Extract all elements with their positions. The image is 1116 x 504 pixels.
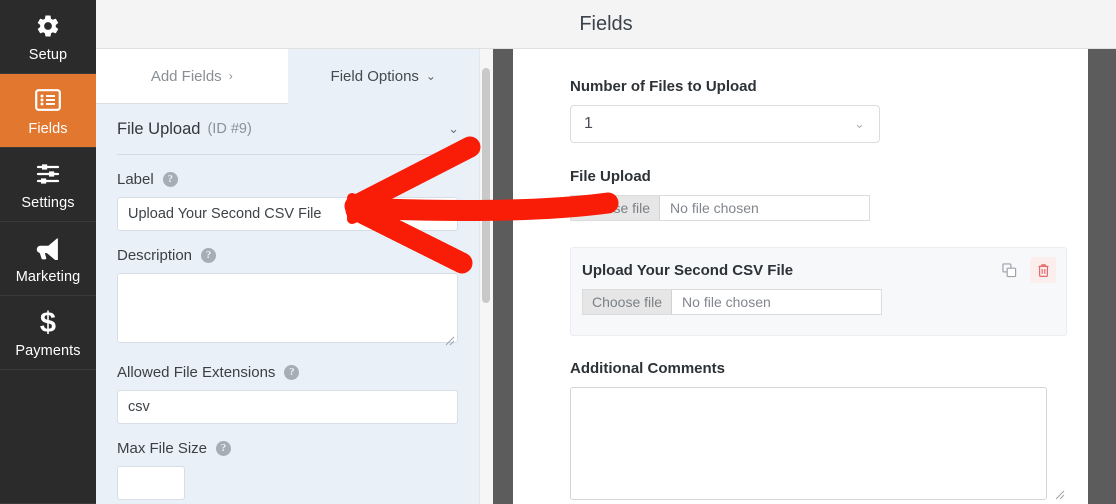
allowed-extensions-field-label: Allowed File Extensions ? — [117, 364, 458, 381]
number-of-files-value: 1 — [584, 115, 593, 132]
chevron-down-icon: ⌄ — [854, 116, 865, 131]
sidebar-item-setup[interactable]: Setup — [0, 0, 96, 74]
page-title: Fields — [579, 12, 633, 35]
tab-field-options-label: Field Options — [330, 67, 419, 85]
sidebar-label-setup: Setup — [28, 46, 68, 63]
gear-icon — [35, 11, 61, 41]
description-field-label: Description ? — [117, 247, 458, 264]
sidebar-item-fields[interactable]: Fields — [0, 74, 96, 148]
label-input[interactable] — [117, 197, 458, 231]
tab-add-fields[interactable]: Add Fields › — [96, 49, 288, 104]
description-field-label-text: Description — [117, 247, 193, 264]
choose-file-button[interactable]: Choose file — [571, 196, 661, 220]
right-gutter — [1088, 49, 1116, 504]
dollar-icon: $ — [37, 307, 59, 337]
description-textarea[interactable] — [117, 273, 458, 343]
megaphone-icon — [34, 233, 62, 263]
sidebar-filler — [0, 370, 96, 504]
resize-grip-icon — [1055, 490, 1065, 500]
file-upload-input[interactable]: Choose file No file chosen — [570, 195, 870, 221]
selected-field-file-input[interactable]: Choose file No file chosen — [582, 289, 882, 315]
field-header-chevron-down-icon[interactable]: ⌄ — [448, 121, 459, 137]
sidebar-item-settings[interactable]: Settings — [0, 148, 96, 222]
trash-icon[interactable] — [1030, 257, 1056, 283]
chevron-down-icon: ⌄ — [425, 69, 436, 83]
option-group-max-file-size: Max File Size ? — [117, 424, 458, 500]
form-preview-panel: Number of Files to Upload 1 ⌄ File Uploa… — [513, 49, 1088, 504]
field-options-panel: Add Fields › Field Options ⌄ File Upload… — [96, 49, 479, 504]
max-file-size-field-label: Max File Size ? — [117, 440, 458, 457]
help-icon[interactable]: ? — [201, 248, 217, 263]
tab-field-options[interactable]: Field Options ⌄ — [287, 49, 479, 104]
additional-comments-wrap — [570, 387, 1070, 504]
option-group-description: Description ? — [117, 231, 458, 348]
help-icon[interactable]: ? — [216, 441, 232, 456]
panel-gutter — [493, 49, 513, 504]
allowed-extensions-label-text: Allowed File Extensions — [117, 364, 276, 381]
edit-panel-scrollbar-thumb[interactable] — [482, 68, 490, 303]
panel-tabs: Add Fields › Field Options ⌄ — [96, 49, 479, 104]
tab-add-fields-label: Add Fields — [150, 67, 222, 85]
choose-file-button[interactable]: Choose file — [583, 290, 673, 314]
field-header-id: (ID #9) — [207, 121, 252, 137]
sidebar-label-settings: Settings — [21, 194, 75, 211]
preview-field-additional-comments: Additional Comments — [570, 360, 1070, 504]
selected-field-file-status: No file chosen — [682, 294, 771, 310]
number-of-files-label: Number of Files to Upload — [570, 78, 757, 95]
additional-comments-label: Additional Comments — [570, 360, 726, 377]
preview-field-selected[interactable]: Upload Your Second CSV File Choose file … — [570, 247, 1067, 336]
form-builder-app: Setup Fields Settings Marketing $ Paymen… — [0, 0, 1116, 504]
sliders-icon — [35, 159, 61, 189]
label-field-label: Label ? — [117, 171, 458, 188]
option-group-allowed-extensions: Allowed File Extensions ? — [117, 348, 458, 424]
sidebar-label-marketing: Marketing — [15, 268, 81, 285]
sidebar-item-payments[interactable]: $ Payments — [0, 296, 96, 370]
list-icon — [35, 85, 61, 115]
number-of-files-select[interactable]: 1 ⌄ — [570, 105, 880, 143]
sidebar-label-fields: Fields — [28, 120, 68, 137]
option-group-label: Label ? — [117, 155, 458, 231]
duplicate-icon[interactable] — [996, 257, 1022, 283]
sidebar-label-payments: Payments — [15, 342, 81, 359]
field-actions — [996, 257, 1056, 283]
additional-comments-textarea[interactable] — [570, 387, 1047, 500]
max-file-size-input[interactable] — [117, 466, 185, 500]
form-preview-content: Number of Files to Upload 1 ⌄ File Uploa… — [513, 49, 1088, 504]
field-header-title: File Upload — [117, 119, 201, 138]
chevron-right-icon: › — [228, 69, 233, 83]
file-upload-label: File Upload — [570, 168, 651, 185]
help-icon[interactable]: ? — [162, 172, 178, 187]
selected-field-label: Upload Your Second CSV File — [582, 262, 794, 279]
primary-sidebar: Setup Fields Settings Marketing $ Paymen… — [0, 0, 96, 504]
sidebar-item-marketing[interactable]: Marketing — [0, 222, 96, 296]
svg-text:$: $ — [40, 307, 56, 337]
field-options-body: Label ? Description ? — [96, 155, 479, 500]
preview-field-file-upload: File Upload Choose file No file chosen — [570, 168, 1070, 221]
file-upload-status: No file chosen — [670, 200, 759, 216]
description-textarea-wrap — [117, 273, 458, 348]
preview-field-number-of-files: Number of Files to Upload 1 ⌄ — [570, 78, 1070, 143]
label-field-label-text: Label — [117, 171, 154, 188]
max-file-size-label-text: Max File Size — [117, 440, 208, 457]
help-icon[interactable]: ? — [284, 365, 300, 380]
top-header-bar: Fields — [96, 0, 1116, 49]
allowed-extensions-input[interactable] — [117, 390, 458, 424]
field-header[interactable]: File Upload (ID #9) ⌄ — [96, 104, 479, 154]
